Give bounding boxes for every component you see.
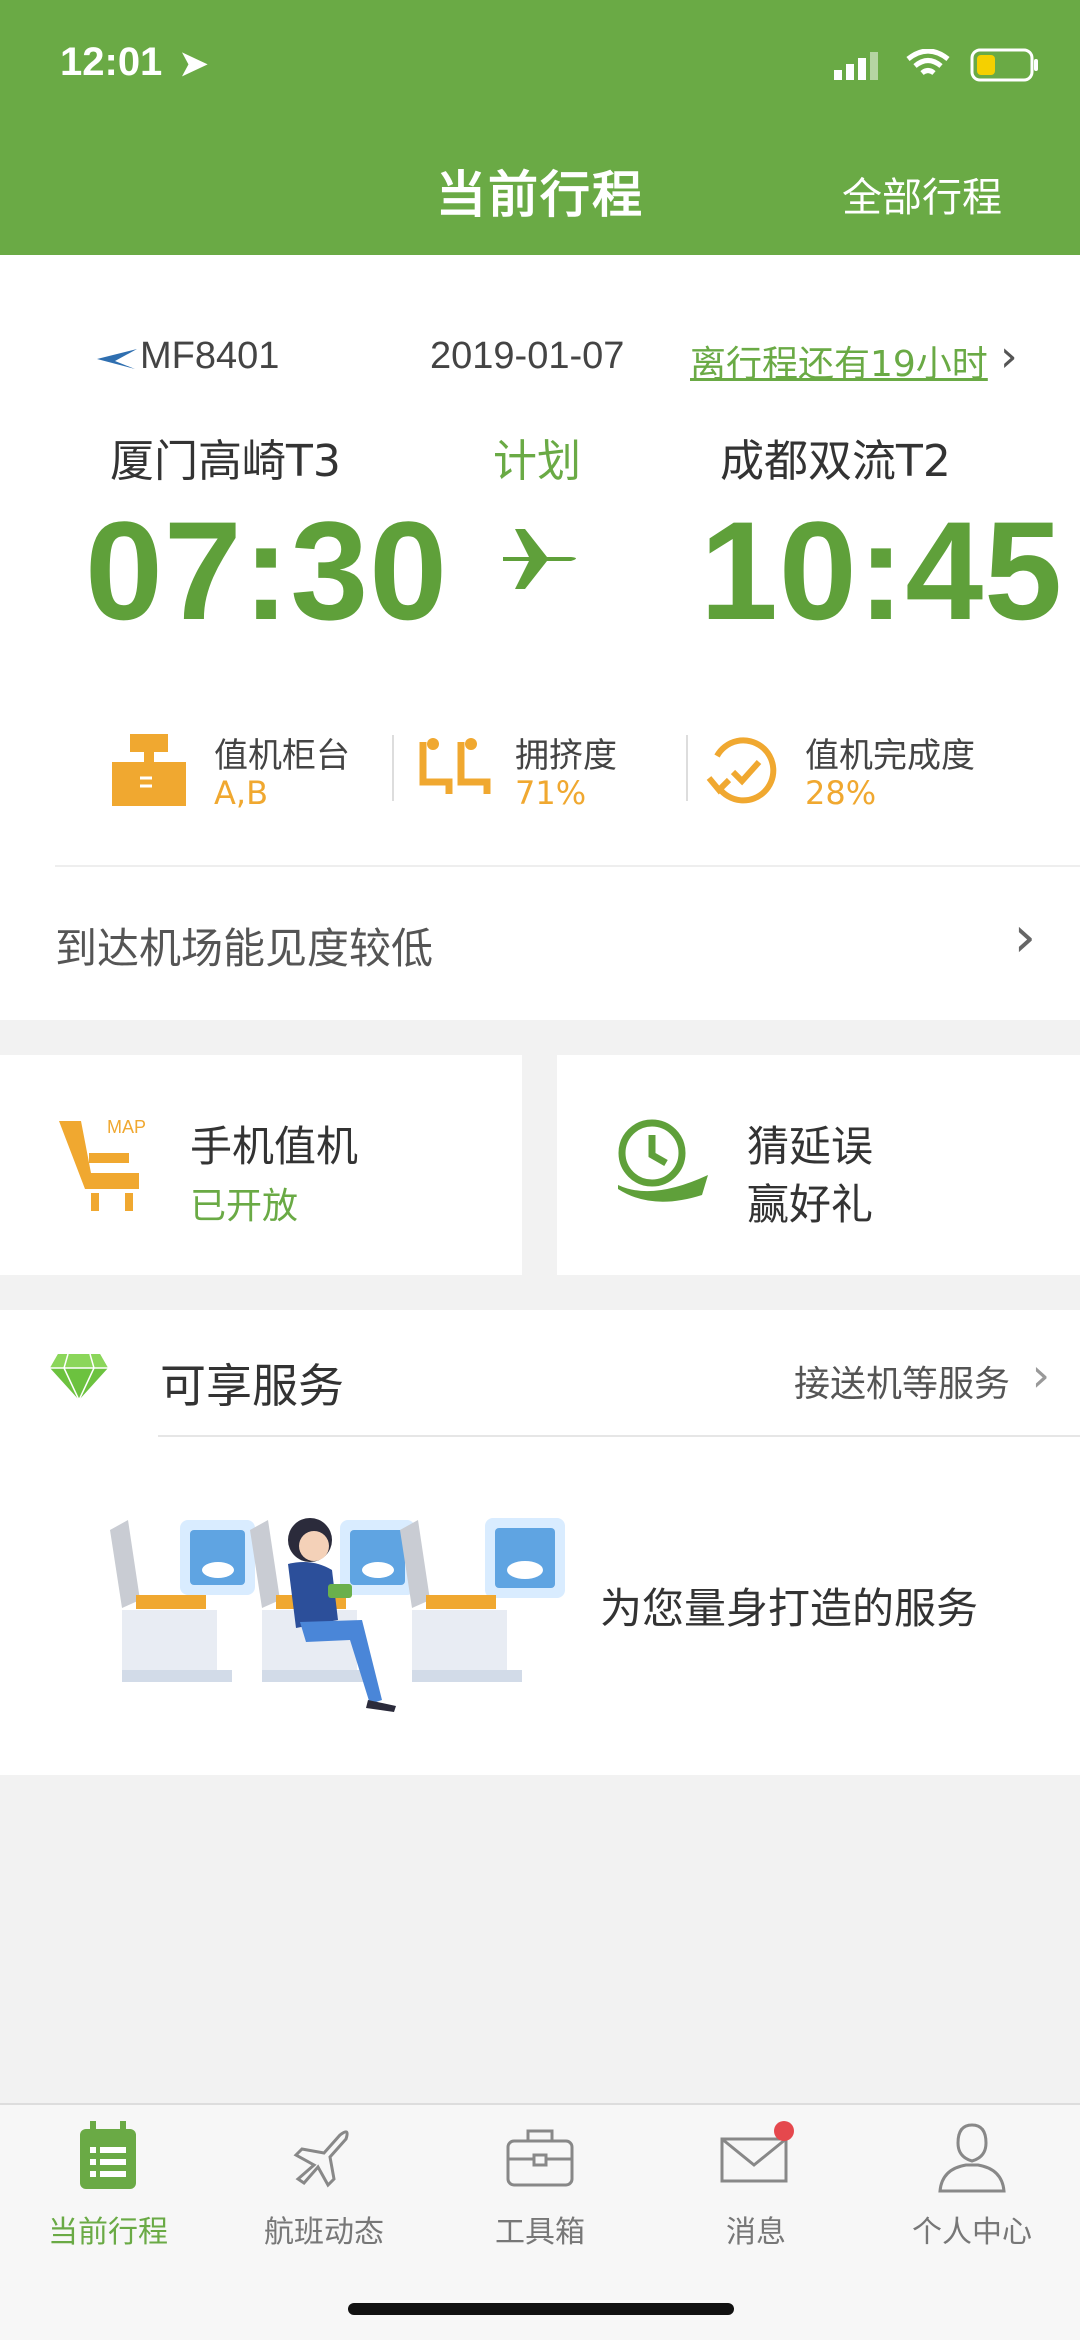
stat-label: 值机完成度: [805, 736, 975, 776]
stat-crowd[interactable]: 拥挤度 71%: [415, 720, 665, 830]
tab-label: 个人中心: [912, 2215, 1032, 2250]
services-more-link[interactable]: 接送机等服务: [794, 1355, 1010, 1407]
stat-label: 值机柜台: [214, 736, 350, 776]
flight-info-row: MF8401 2019-01-07 离行程还有19小时 ›: [0, 331, 1080, 395]
location-arrow-icon: ➤: [179, 45, 208, 83]
arrival-time: 10:45: [700, 492, 1064, 649]
wifi-icon: [906, 49, 950, 76]
departure-time: 07:30: [85, 492, 449, 649]
checkin-counter-icon: [112, 734, 186, 806]
tab-current-trip[interactable]: 当前行程: [0, 2117, 216, 2267]
tab-label: 工具箱: [495, 2215, 585, 2250]
all-trips-button[interactable]: 全部行程: [842, 165, 1002, 223]
svg-text:MAP: MAP: [107, 1117, 146, 1137]
calendar-list-icon: [80, 2121, 136, 2189]
seat-map-icon: MAP: [59, 1117, 146, 1211]
stat-value: 28%: [805, 774, 877, 812]
flight-number: MF8401: [140, 335, 280, 377]
tab-label: 航班动态: [264, 2215, 384, 2250]
cabin-seats-illustration: [110, 1518, 565, 1712]
plane-icon: [293, 2130, 349, 2188]
trip-stats: 值机柜台 A,B 拥挤度 71% 值机完成度 28%: [0, 720, 1080, 830]
services-card[interactable]: 可享服务 接送机等服务 › 为您量身打造的服务: [0, 1310, 1080, 1775]
stat-divider: [392, 735, 394, 801]
home-indicator[interactable]: [348, 2303, 734, 2315]
tab-flight-status[interactable]: 航班动态: [216, 2117, 432, 2267]
services-title: 可享服务: [160, 1359, 344, 1413]
delay-game-tile[interactable]: 猜延误 赢好礼: [557, 1055, 1080, 1275]
trip-card[interactable]: MF8401 2019-01-07 离行程还有19小时 › 厦门高崎T3 计划 …: [0, 255, 1080, 1020]
stat-value: 71%: [515, 774, 587, 812]
tile-title: 猜延误: [747, 1122, 874, 1171]
tab-label: 当前行程: [48, 2215, 168, 2250]
tab-toolbox[interactable]: 工具箱: [432, 2117, 648, 2267]
status-time: 12:01 ➤: [60, 40, 208, 85]
user-icon: [938, 2123, 1006, 2193]
signal-icon: [834, 52, 878, 80]
stat-label: 拥挤度: [515, 736, 617, 776]
services-description: 为您量身打造的服务: [600, 1584, 979, 1633]
tab-label: 消息: [726, 2215, 786, 2250]
mobile-checkin-tile[interactable]: MAP 手机值机 已开放: [0, 1055, 522, 1275]
mail-icon: [720, 2121, 794, 2183]
diamond-icon: [50, 1353, 108, 1401]
flight-date: 2019-01-07: [430, 335, 625, 377]
crowd-seats-icon: [419, 738, 491, 794]
divider: [55, 865, 1080, 867]
top-header: 12:01 ➤ 当前行程 全部行程: [0, 0, 1080, 255]
tile-title: 手机值机: [190, 1122, 359, 1171]
status-time-text: 12:01: [60, 40, 163, 84]
plane-icon: [503, 529, 576, 589]
delay-clock-icon: [618, 1119, 708, 1202]
departure-airport: 厦门高崎T3: [110, 436, 341, 487]
tile-subtitle: 已开放: [190, 1186, 299, 1227]
chevron-right-icon[interactable]: ›: [1014, 905, 1036, 970]
tab-profile[interactable]: 个人中心: [864, 2117, 1080, 2267]
battery-icon: [970, 48, 1038, 82]
chevron-right-icon[interactable]: ›: [1000, 331, 1018, 382]
airline-logo-icon: [95, 345, 139, 377]
stat-checkin-counter[interactable]: 值机柜台 A,B: [110, 720, 380, 830]
stat-divider: [686, 735, 688, 801]
tile-title: 赢好礼: [747, 1180, 874, 1229]
stat-value: A,B: [214, 774, 269, 812]
status-icons: [834, 48, 1040, 82]
toolbox-icon: [506, 2129, 574, 2187]
chevron-right-icon[interactable]: ›: [1032, 1348, 1050, 1402]
arrival-airport: 成都双流T2: [720, 436, 951, 487]
stat-checkin-progress[interactable]: 值机完成度 28%: [705, 720, 1025, 830]
divider: [158, 1435, 1080, 1437]
clock-check-icon: [706, 737, 777, 804]
tab-messages[interactable]: 消息: [648, 2117, 864, 2267]
visibility-notice[interactable]: 到达机场能见度较低: [55, 915, 433, 976]
flight-status: 计划: [493, 436, 581, 487]
countdown-link[interactable]: 离行程还有19小时: [690, 335, 988, 387]
